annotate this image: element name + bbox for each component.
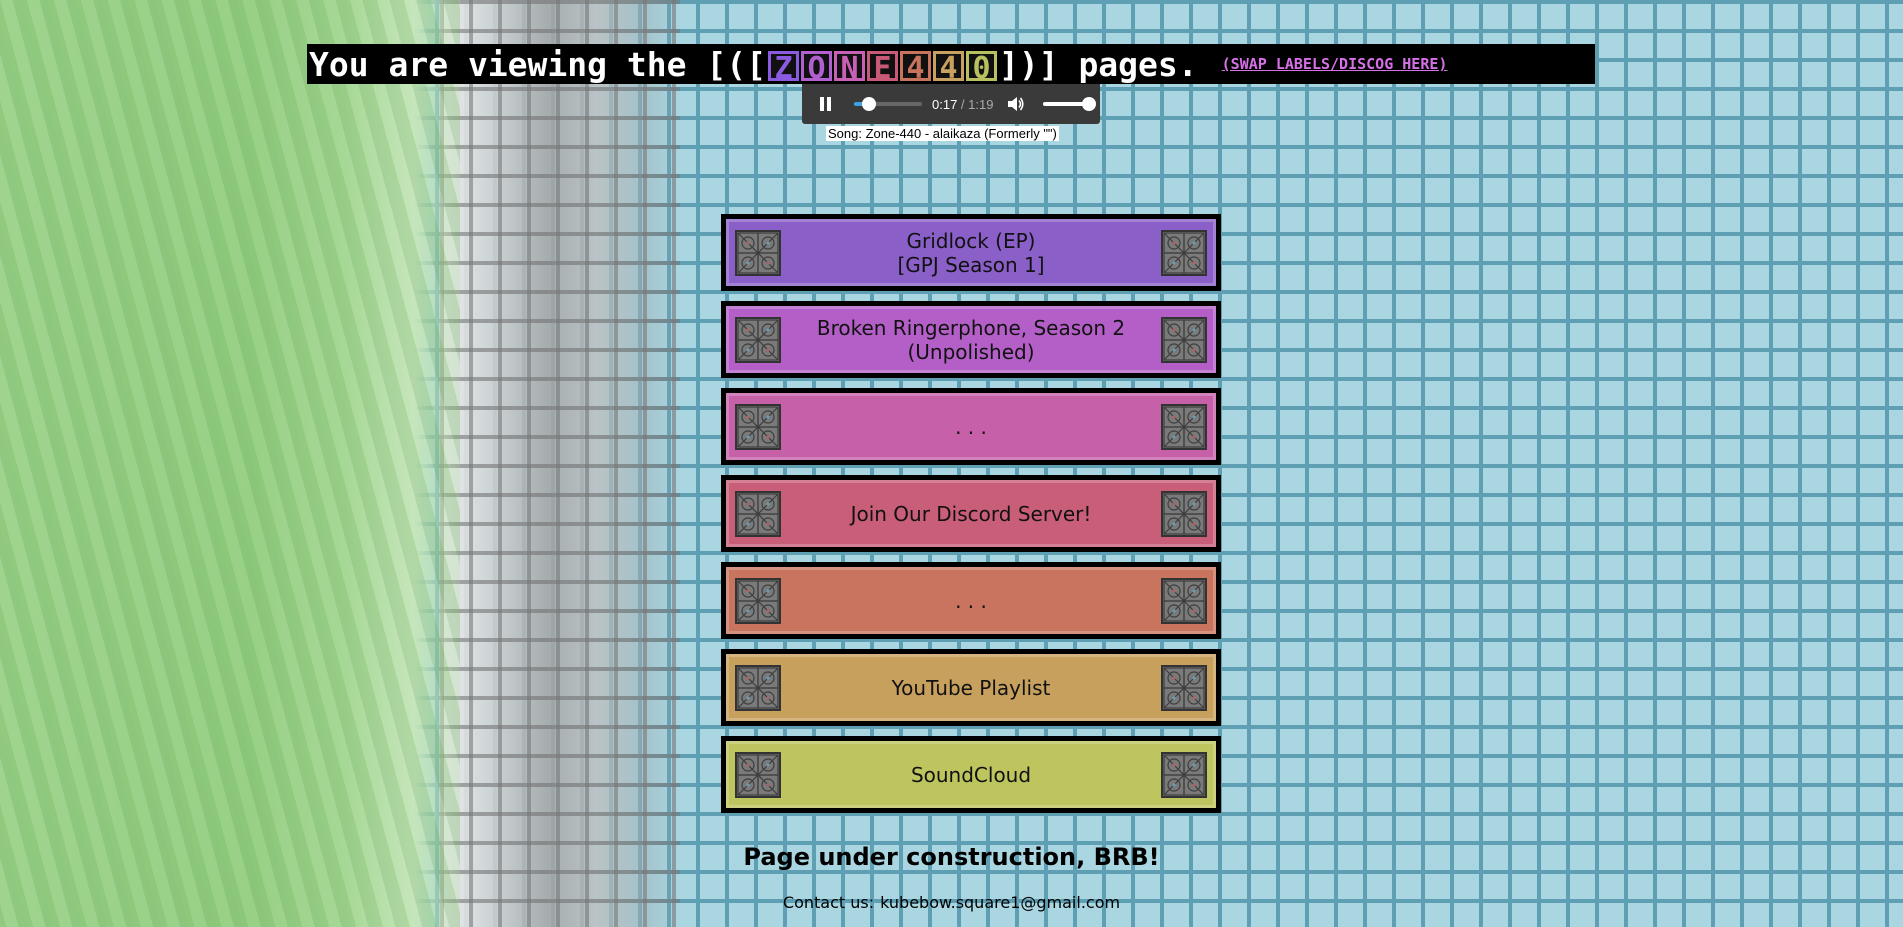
nav-button[interactable]: SoundCloud (721, 736, 1221, 813)
nav-button-label: Broken Ringerphone, Season 2 (Unpolished… (816, 315, 1126, 364)
tile-decoration-right (1161, 317, 1207, 363)
seek-slider[interactable] (854, 97, 922, 111)
grid-tile-icon (1163, 232, 1205, 274)
tile-decoration-right (1161, 230, 1207, 276)
tile-decoration-left (735, 752, 781, 798)
header-banner: You are viewing the [([Z O N E 4 4 0])] pages.… (307, 44, 1595, 84)
grid-tile-icon (737, 580, 779, 622)
pause-button[interactable] (820, 97, 834, 111)
swap-labels-link[interactable]: (SWAP LABELS/DISCOG HERE) (1222, 55, 1448, 73)
nav-button[interactable]: Broken Ringerphone, Season 2 (Unpolished… (721, 301, 1221, 378)
volume-thumb[interactable] (1082, 97, 1097, 111)
volume-slider[interactable] (1043, 97, 1097, 111)
logo-letter: E (866, 51, 898, 84)
logo-letter: N (833, 51, 865, 84)
logo-letter: O (800, 51, 832, 84)
tile-decoration-right (1161, 578, 1207, 624)
zone440-logo: ZONE440 (767, 49, 997, 84)
nav-button-label: YouTube Playlist (891, 675, 1051, 700)
tile-decoration-left (735, 317, 781, 363)
nav-button[interactable]: . . . (721, 562, 1221, 639)
time-display: 0:17 / 1:19 (932, 97, 993, 112)
seek-thumb[interactable] (861, 97, 876, 111)
grid-tile-icon (1163, 319, 1205, 361)
grid-tile-icon (737, 667, 779, 709)
grid-tile-icon (737, 754, 779, 796)
nav-button[interactable]: YouTube Playlist (721, 649, 1221, 726)
volume-icon[interactable] (1007, 96, 1025, 112)
nav-button-label: . . . (955, 588, 987, 613)
contact-label: Contact us: (782, 893, 875, 912)
tile-decoration-left (735, 665, 781, 711)
contact-email: kubebow.square1@gmail.com (880, 893, 1121, 912)
header-suffix: ])] pages. (998, 44, 1198, 84)
tile-decoration-right (1161, 404, 1207, 450)
construction-text: Page under construction, BRB! (743, 843, 1160, 871)
tile-decoration-left (735, 491, 781, 537)
grid-tile-icon (1163, 754, 1205, 796)
tile-decoration-left (735, 404, 781, 450)
nav-button-label: . . . (955, 414, 987, 439)
gray-fade-band (440, 0, 680, 927)
nav-button-label: Join Our Discord Server! (850, 501, 1092, 526)
green-texture-band (0, 0, 460, 927)
time-separator: / (957, 96, 969, 112)
current-time: 0:17 (932, 96, 958, 112)
pause-bar (827, 97, 831, 111)
header-prefix: You are viewing the [([ (309, 44, 766, 84)
tile-decoration-left (735, 230, 781, 276)
song-caption: Song: Zone-440 - alaikaza (Formerly "") (826, 126, 1059, 141)
construction-notice: Page under construction, BRB! (0, 843, 1903, 871)
nav-button[interactable]: Gridlock (EP) [GPJ Season 1] (721, 214, 1221, 291)
tile-decoration-right (1161, 491, 1207, 537)
nav-button-label: SoundCloud (910, 762, 1032, 787)
grid-tile-icon (737, 493, 779, 535)
duration: 1:19 (968, 96, 994, 112)
nav-button[interactable]: . . . (721, 388, 1221, 465)
tile-decoration-right (1161, 665, 1207, 711)
tile-decoration-right (1161, 752, 1207, 798)
grid-tile-icon (737, 406, 779, 448)
grid-tile-icon (737, 319, 779, 361)
audio-player: 0:17 / 1:19 (802, 84, 1100, 124)
contact-line: Contact us: kubebow.square1@gmail.com (0, 893, 1903, 912)
nav-button-label: Gridlock (EP) [GPJ Season 1] (897, 228, 1045, 277)
grid-tile-icon (1163, 406, 1205, 448)
logo-letter: 4 (899, 51, 931, 84)
nav-button-list: Gridlock (EP) [GPJ Season 1] Broken Ringe… (721, 214, 1221, 823)
logo-letter: 4 (932, 51, 964, 84)
logo-letter: Z (767, 51, 799, 84)
tile-decoration-left (735, 578, 781, 624)
pause-bar (820, 97, 824, 111)
nav-button[interactable]: Join Our Discord Server! (721, 475, 1221, 552)
grid-tile-icon (1163, 580, 1205, 622)
grid-tile-icon (737, 232, 779, 274)
grid-tile-icon (1163, 667, 1205, 709)
header-title: You are viewing the [([Z O N E 4 4 0])] pages. (307, 45, 1198, 84)
grid-tile-icon (1163, 493, 1205, 535)
logo-letter: 0 (965, 51, 997, 84)
